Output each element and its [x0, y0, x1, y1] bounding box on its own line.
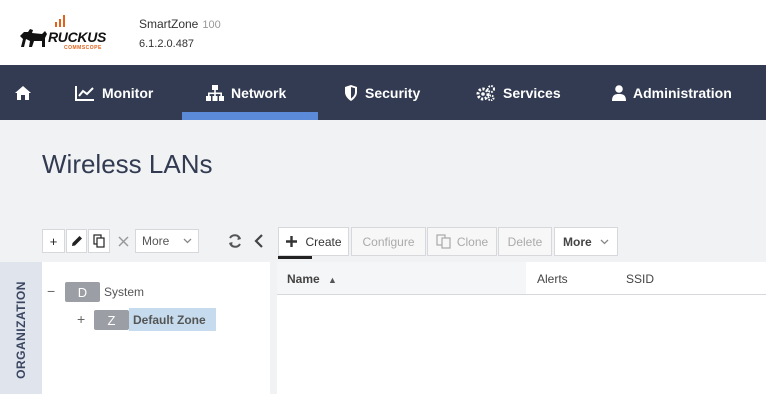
- create-active-indicator: [278, 256, 312, 259]
- pencil-icon: [71, 236, 82, 246]
- domain-badge: D: [65, 282, 100, 302]
- configure-label: Configure: [362, 234, 415, 249]
- tree-edit-button[interactable]: [66, 229, 87, 253]
- nav-label-security: Security: [365, 84, 421, 101]
- brand-name: RUCKUS: [48, 29, 107, 45]
- tree-more-label: More: [142, 234, 170, 248]
- nav-label-monitor: Monitor: [102, 84, 154, 101]
- brand-subtitle: COMMSCOPE: [64, 45, 102, 51]
- refresh-button[interactable]: [225, 229, 245, 253]
- network-icon: [206, 84, 224, 101]
- nav-home[interactable]: [14, 65, 39, 120]
- tree-expand-toggle[interactable]: +: [77, 311, 85, 327]
- shield-icon: [345, 84, 357, 101]
- app-header: RUCKUS COMMSCOPE SmartZone 100 6.1.2.0.48…: [0, 0, 766, 65]
- plus-icon: [286, 236, 298, 247]
- clone-button[interactable]: Clone: [427, 227, 497, 256]
- table-header-row: [277, 262, 766, 295]
- column-header-ssid[interactable]: SSID: [626, 272, 654, 286]
- more-dropdown[interactable]: More: [554, 227, 618, 256]
- create-label: Create: [305, 234, 342, 249]
- nav-label-network: Network: [231, 84, 287, 101]
- nav-label-administration: Administration: [633, 84, 732, 101]
- product-version: 6.1.2.0.487: [139, 38, 195, 50]
- clone-label: Clone: [456, 234, 489, 249]
- nav-monitor[interactable]: Monitor: [75, 65, 153, 120]
- more-label: More: [563, 234, 592, 249]
- product-title: SmartZone 100: [139, 17, 221, 31]
- user-icon: [612, 84, 626, 101]
- ruckus-logo[interactable]: RUCKUS COMMSCOPE: [18, 14, 118, 54]
- delete-label: Delete: [507, 234, 543, 249]
- close-icon: [117, 235, 129, 247]
- refresh-icon: [229, 234, 241, 248]
- copy-icon: [93, 234, 105, 248]
- nav-services[interactable]: Services: [476, 65, 561, 120]
- tree-delete-button[interactable]: [113, 229, 133, 253]
- collapse-panel-button[interactable]: [250, 229, 268, 253]
- column-header-name[interactable]: Name ▲: [287, 272, 337, 286]
- clone-icon: [436, 234, 451, 249]
- tree-clone-button[interactable]: [88, 229, 110, 253]
- nav-active-indicator: [182, 112, 318, 120]
- product-model: 100: [202, 19, 221, 31]
- create-button[interactable]: Create: [278, 227, 349, 256]
- tree-item-default-zone[interactable]: Default Zone: [133, 313, 206, 327]
- name-header-label: Name: [287, 272, 320, 286]
- chevron-down-icon: [600, 239, 609, 244]
- nav-administration[interactable]: Administration: [612, 65, 732, 120]
- nav-label-services: Services: [503, 84, 561, 101]
- tree-add-button[interactable]: +: [42, 229, 65, 253]
- chevron-left-icon: [254, 234, 263, 248]
- tree-more-dropdown[interactable]: More: [135, 229, 199, 253]
- configure-button[interactable]: Configure: [351, 227, 426, 256]
- column-header-alerts[interactable]: Alerts: [537, 272, 568, 286]
- delete-button[interactable]: Delete: [498, 227, 552, 256]
- main-nav: Monitor Network Security Services Admini…: [0, 65, 766, 120]
- zone-badge: Z: [94, 310, 129, 330]
- home-icon: [15, 85, 31, 100]
- plus-icon: +: [49, 233, 58, 249]
- chart-icon: [75, 85, 94, 101]
- tree-item-system[interactable]: System: [104, 285, 144, 299]
- tree-collapse-toggle[interactable]: −: [47, 283, 55, 299]
- product-name: SmartZone: [139, 17, 199, 31]
- chevron-down-icon: [183, 238, 192, 244]
- page-title: Wireless LANs: [42, 149, 213, 179]
- sort-ascending-icon: ▲: [328, 275, 337, 285]
- nav-security[interactable]: Security: [344, 65, 420, 120]
- gears-icon: [476, 84, 495, 101]
- organization-label: ORGANIZATION: [14, 281, 28, 379]
